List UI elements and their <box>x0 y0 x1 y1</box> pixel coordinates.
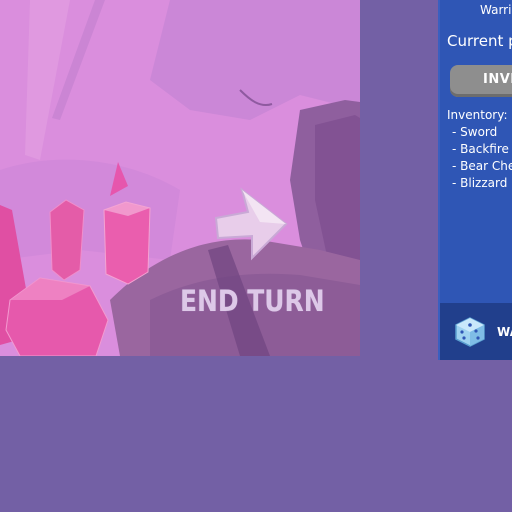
panel-header: Warric <box>440 0 512 22</box>
end-turn-label: END TURN <box>180 284 325 318</box>
player-name: Warric <box>480 3 512 17</box>
inventory-item: - Backfire <box>452 142 509 156</box>
inventory-button-label: INVE <box>483 72 512 87</box>
dice-icon <box>455 317 485 347</box>
player-side-panel: Warric Current p INVE Inventory: - Sword… <box>438 0 512 360</box>
panel-footer: WA <box>440 303 512 360</box>
inventory-button[interactable]: INVE <box>450 65 512 97</box>
footer-label: WA <box>497 325 512 339</box>
end-turn-button[interactable]: END TURN <box>150 178 346 328</box>
current-player-label: Current p <box>447 32 512 50</box>
arrow-right-icon <box>214 187 288 261</box>
inventory-item: - Bear Che <box>452 159 512 173</box>
inventory-item: - Blizzard <box>452 176 508 190</box>
inventory-heading: Inventory: <box>447 108 508 122</box>
game-scene: END TURN <box>0 0 360 356</box>
inventory-item: - Sword <box>452 125 498 139</box>
